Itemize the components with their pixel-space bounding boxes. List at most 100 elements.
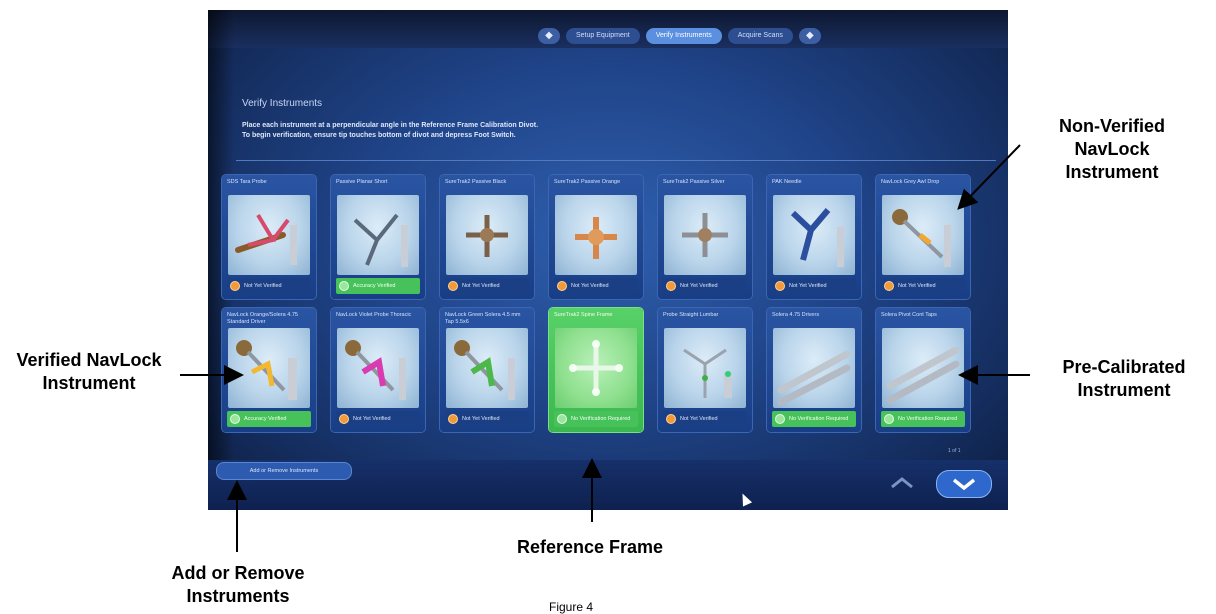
- scroll-up-button[interactable]: [880, 472, 924, 494]
- instrument-card[interactable]: PAK Needle Not Yet Verified: [767, 175, 861, 299]
- instrument-card[interactable]: Probe Straight Lumbar Not Yet Verified: [658, 308, 752, 432]
- instrument-image: [446, 328, 528, 408]
- pending-icon: [339, 414, 349, 424]
- status-text: No Verification Required: [898, 416, 958, 422]
- verification-status: Not Yet Verified: [554, 278, 638, 294]
- instrument-name: SureTrak2 Passive Silver: [663, 179, 725, 185]
- instrument-card[interactable]: SureTrak2 Passive Silver Not Yet Verifie…: [658, 175, 752, 299]
- instrument-name: Probe Straight Lumbar: [663, 312, 719, 318]
- status-text: No Verification Required: [571, 416, 631, 422]
- callout-line: NavLock: [1074, 139, 1150, 159]
- verification-status: Not Yet Verified: [227, 278, 311, 294]
- verification-status: Not Yet Verified: [663, 278, 747, 294]
- status-text: Not Yet Verified: [789, 283, 827, 289]
- callout-reference-frame: Reference Frame: [516, 537, 664, 557]
- status-text: Not Yet Verified: [462, 283, 500, 289]
- pending-icon: [775, 281, 785, 291]
- step-acquire-scans[interactable]: Acquire Scans: [727, 28, 793, 44]
- callout-line: Instrument: [42, 373, 136, 393]
- verification-status: No Verification Required: [881, 411, 965, 427]
- pending-icon: [448, 414, 458, 424]
- status-text: Not Yet Verified: [244, 283, 282, 289]
- verification-status: Not Yet Verified: [336, 411, 420, 427]
- instrument-card[interactable]: Solera 4.75 Drivers No Verification Requ…: [767, 308, 861, 432]
- instrument-name: SureTrak2 Passive Orange: [554, 179, 621, 185]
- status-text: Not Yet Verified: [571, 283, 609, 289]
- step-verify-instruments[interactable]: Verify Instruments: [645, 28, 722, 44]
- callout-line: Instruments: [186, 586, 290, 606]
- instrument-image: [446, 195, 528, 275]
- instruction-text: Place each instrument at a perpendicular…: [242, 122, 539, 129]
- check-icon: [339, 281, 349, 291]
- instrument-name: PAK Needle: [772, 179, 802, 185]
- callout-line: Instrument: [1077, 380, 1171, 400]
- instrument-image: [555, 328, 637, 408]
- pending-icon: [666, 414, 676, 424]
- status-text: No Verification Required: [789, 416, 849, 422]
- check-icon: [884, 414, 894, 424]
- instrument-card[interactable]: SureTrak2 Passive Black Not Yet Verified: [440, 175, 534, 299]
- instrument-image: [337, 328, 419, 408]
- instrument-name: NavLock Grey Awl Drop: [881, 179, 940, 185]
- instrument-image: [664, 328, 746, 408]
- instrument-image: [882, 195, 964, 275]
- instrument-name: NavLock Orange/Solera 4.75 Standard Driv…: [227, 312, 298, 325]
- instrument-card[interactable]: Passive Planar Short Accuracy Verified: [331, 175, 425, 299]
- instrument-name: Solera Pivot Cont Taps: [881, 312, 937, 318]
- callout-line: Non-Verified: [1058, 116, 1165, 136]
- status-text: Not Yet Verified: [680, 283, 718, 289]
- verification-status: Not Yet Verified: [772, 278, 856, 294]
- instrument-card[interactable]: NavLock Green Solera 4.5 mm Tap 5.5x6 No…: [440, 308, 534, 432]
- reference-frame-card[interactable]: SureTrak2 Spine Frame No Verification Re…: [549, 308, 643, 432]
- status-text: Not Yet Verified: [353, 416, 391, 422]
- verification-status: Accuracy Verified: [336, 278, 420, 294]
- instrument-card[interactable]: NavLock Orange/Solera 4.75 Standard Driv…: [222, 308, 316, 432]
- instrument-image: [773, 195, 855, 275]
- instrument-card[interactable]: SDS Tara Probe Not Yet Verified: [222, 175, 316, 299]
- divider: [236, 160, 996, 161]
- previous-step-button[interactable]: ◆: [538, 28, 560, 44]
- instrument-card[interactable]: SureTrak2 Passive Orange Not Yet Verifie…: [549, 175, 643, 299]
- callout-line: Instrument: [1065, 162, 1159, 182]
- workflow-steps: ◆ Setup Equipment Verify Instruments Acq…: [538, 26, 821, 46]
- step-setup-equipment[interactable]: Setup Equipment: [566, 28, 640, 44]
- figure-caption: Figure 4: [549, 600, 594, 614]
- pending-icon: [557, 281, 567, 291]
- check-icon: [557, 414, 567, 424]
- pending-icon: [448, 281, 458, 291]
- navigation-screen: ◆ Setup Equipment Verify Instruments Acq…: [208, 10, 1008, 510]
- instrument-name: NavLock Violet Probe Thoracic: [336, 312, 412, 318]
- scroll-down-button[interactable]: [936, 470, 992, 498]
- callout-line: Add or Remove: [171, 563, 305, 583]
- instrument-image: [337, 195, 419, 275]
- instrument-name: SureTrak2 Passive Black: [445, 179, 507, 185]
- add-remove-instruments-button[interactable]: Add or Remove Instruments: [216, 462, 352, 480]
- next-step-button[interactable]: ◆: [798, 28, 821, 44]
- instrument-card[interactable]: NavLock Violet Probe Thoracic Not Yet Ve…: [331, 308, 425, 432]
- check-icon: [775, 414, 785, 424]
- page-title: Verify Instruments: [242, 98, 323, 109]
- status-text: Accuracy Verified: [244, 416, 287, 422]
- verification-status: Not Yet Verified: [663, 411, 747, 427]
- instrument-card[interactable]: Solera Pivot Cont Taps No Verification R…: [876, 308, 970, 432]
- verification-status: Not Yet Verified: [445, 278, 529, 294]
- instrument-name: SDS Tara Probe: [227, 179, 267, 185]
- check-icon: [230, 414, 240, 424]
- instrument-image: [228, 328, 310, 408]
- callout-verified: Verified NavLock Instrument: [0, 349, 178, 395]
- status-text: Accuracy Verified: [353, 283, 396, 289]
- instrument-image: [664, 195, 746, 275]
- chevron-up-icon: [891, 477, 913, 489]
- callout-pre-calibrated: Pre-Calibrated Instrument: [1034, 356, 1214, 402]
- pending-icon: [230, 281, 240, 291]
- instrument-card[interactable]: NavLock Grey Awl Drop Not Yet Verified: [876, 175, 970, 299]
- instrument-image: [882, 328, 964, 408]
- verification-status: Not Yet Verified: [881, 278, 965, 294]
- callout-non-verified: Non-Verified NavLock Instrument: [1018, 115, 1206, 184]
- verification-status: No Verification Required: [554, 411, 638, 427]
- verification-status: No Verification Required: [772, 411, 856, 427]
- instrument-name: Passive Planar Short: [336, 179, 388, 185]
- callout-line: Verified NavLock: [16, 350, 162, 370]
- page-counter: 1 of 1: [948, 448, 961, 454]
- instrument-name: SureTrak2 Spine Frame: [554, 312, 613, 318]
